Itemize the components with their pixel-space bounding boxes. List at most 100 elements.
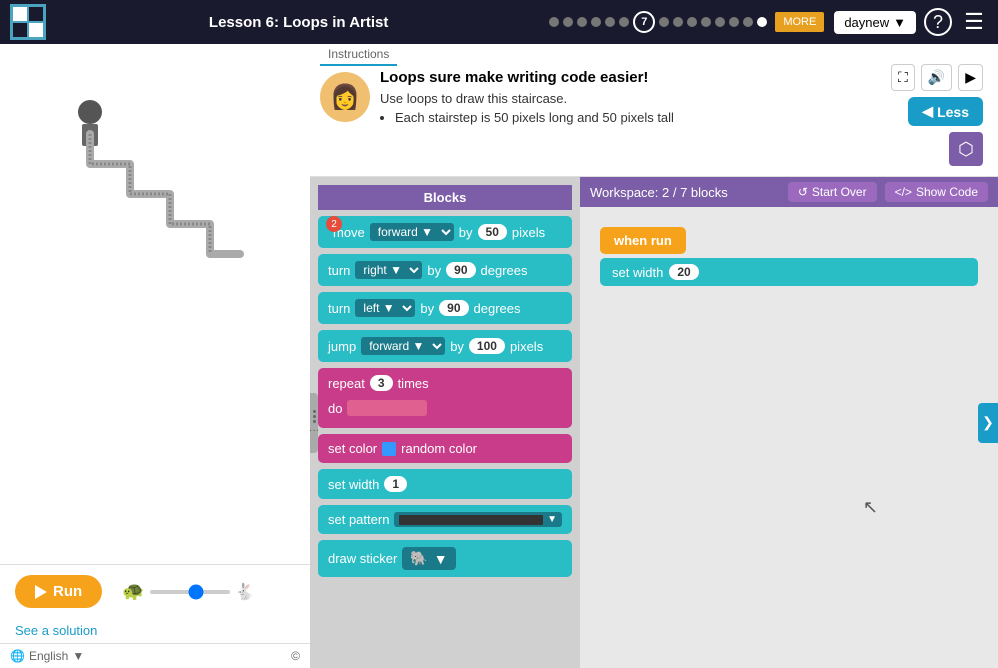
instruction-text: Loops sure make writing code easier! Use… bbox=[380, 69, 881, 166]
show-code-label: Show Code bbox=[916, 185, 978, 199]
audio-button[interactable]: 🔊 bbox=[921, 64, 952, 91]
workspace-panel: Workspace: 2 / 7 blocks ↺ Start Over </>… bbox=[580, 177, 998, 668]
draw-sticker-block[interactable]: draw sticker 🐘 ▼ bbox=[318, 540, 572, 577]
instruction-title: Loops sure make writing code easier! bbox=[380, 69, 881, 86]
progress-current: 7 bbox=[633, 11, 655, 33]
do-row: do bbox=[328, 400, 427, 416]
language-label: English bbox=[29, 649, 68, 663]
menu-icon: ☰ bbox=[964, 9, 984, 35]
turn-right-block[interactable]: turn right ▼left by 90 degrees bbox=[318, 254, 572, 286]
jump-direction-dropdown[interactable]: forward ▼backward bbox=[361, 337, 445, 355]
random-color-label: random color bbox=[401, 441, 477, 456]
jump-block[interactable]: jump forward ▼backward by 100 pixels bbox=[318, 330, 572, 362]
set-width-block[interactable]: set width 1 bbox=[318, 469, 572, 499]
main-container: Run 🐢 🐇 See a solution 🌐 English ▼ © Ins… bbox=[0, 44, 998, 668]
instruction-bullet: Each stairstep is 50 pixels long and 50 … bbox=[395, 110, 881, 125]
code-icon: </> bbox=[895, 185, 912, 199]
progress-dot bbox=[729, 17, 739, 27]
instructions-tab: Instructions bbox=[320, 44, 397, 66]
user-menu-button[interactable]: daynew ▼ bbox=[834, 11, 916, 34]
sticker-dropdown[interactable]: 🐘 ▼ bbox=[402, 547, 455, 570]
speed-control: 🐢 🐇 bbox=[122, 581, 254, 602]
repeat-body bbox=[347, 400, 427, 416]
degrees-label: degrees bbox=[474, 301, 521, 316]
footer-bar: 🌐 English ▼ © bbox=[0, 643, 310, 668]
by-label: by bbox=[450, 339, 464, 354]
see-solution-link[interactable]: See a solution bbox=[0, 618, 310, 643]
run-label: Run bbox=[53, 583, 82, 600]
progress-bar: 7 bbox=[549, 11, 767, 33]
repeat-row: repeat 3 times bbox=[328, 375, 429, 391]
progress-dot bbox=[757, 17, 767, 27]
instruction-media-controls: ⛶ 🔊 ▶ bbox=[891, 64, 983, 91]
panel-drag-handle[interactable]: ··· bbox=[310, 393, 318, 453]
set-color-label: set color bbox=[328, 441, 377, 456]
set-width-workspace-value: 20 bbox=[669, 264, 698, 280]
run-button[interactable]: Run bbox=[15, 575, 102, 608]
run-controls: Run 🐢 🐇 bbox=[0, 564, 310, 618]
progress-dot bbox=[577, 17, 587, 27]
by-label: by bbox=[459, 225, 473, 240]
less-button[interactable]: ◀ Less bbox=[908, 97, 983, 126]
language-selector[interactable]: 🌐 English ▼ bbox=[10, 649, 84, 663]
set-width-label: set width bbox=[328, 477, 379, 492]
progress-dot bbox=[715, 17, 725, 27]
resize-button[interactable]: ⬡ bbox=[949, 132, 983, 166]
turn-label: turn bbox=[328, 263, 350, 278]
move-block[interactable]: 2 move forward ▼backward by 50 pixels bbox=[318, 216, 572, 248]
hamburger-menu-button[interactable]: ☰ bbox=[960, 8, 988, 36]
play-icon bbox=[35, 585, 47, 599]
help-button[interactable]: ? bbox=[924, 8, 952, 36]
header-right: daynew ▼ ? ☰ bbox=[834, 8, 988, 36]
repeat-label: repeat bbox=[328, 376, 365, 391]
play-button[interactable]: ▶ bbox=[958, 64, 983, 91]
turtle-icon: 🐢 bbox=[122, 581, 144, 602]
turn-right-value: 90 bbox=[446, 262, 475, 278]
globe-icon: 🌐 bbox=[10, 649, 25, 663]
turn-right-dropdown[interactable]: right ▼left bbox=[355, 261, 422, 279]
user-name: daynew bbox=[844, 15, 889, 30]
more-button[interactable]: MORE bbox=[775, 12, 824, 32]
arrow-left-icon: ◀ bbox=[922, 103, 933, 120]
instructions-panel: Instructions 👩 Loops sure make writing c… bbox=[310, 44, 998, 177]
chevron-down-icon: ▼ bbox=[893, 15, 906, 30]
set-pattern-block[interactable]: set pattern ▼ bbox=[318, 505, 572, 534]
progress-dot bbox=[659, 17, 669, 27]
lesson-title: Lesson 6: Loops in Artist bbox=[56, 14, 541, 31]
sticker-dropdown-arrow: ▼ bbox=[434, 551, 448, 567]
less-label: Less bbox=[937, 104, 969, 120]
repeat-value: 3 bbox=[370, 375, 393, 391]
staircase-canvas bbox=[30, 84, 250, 364]
pixels-label: pixels bbox=[512, 225, 545, 240]
app-header: Lesson 6: Loops in Artist 7 MORE daynew … bbox=[0, 0, 998, 44]
do-label: do bbox=[328, 401, 342, 416]
pattern-preview: ▼ bbox=[394, 512, 562, 527]
right-collapse-button[interactable]: ❯ bbox=[978, 403, 998, 443]
set-width-text: set width bbox=[612, 265, 663, 280]
start-over-button[interactable]: ↺ Start Over bbox=[788, 182, 877, 202]
set-width-value: 1 bbox=[384, 476, 407, 492]
chevron-right-icon: ❯ bbox=[982, 414, 994, 431]
set-color-block[interactable]: set color random color bbox=[318, 434, 572, 463]
move-direction-dropdown[interactable]: forward ▼backward bbox=[370, 223, 454, 241]
chevron-down-icon: ▼ bbox=[72, 649, 84, 663]
progress-dot bbox=[701, 17, 711, 27]
workspace-blocks-area: when run set width 20 bbox=[580, 207, 998, 306]
speed-slider[interactable] bbox=[150, 590, 230, 594]
refresh-icon: ↺ bbox=[798, 185, 808, 199]
expand-screen-button[interactable]: ⛶ bbox=[891, 64, 915, 91]
instruction-body: Use loops to draw this staircase. Each s… bbox=[380, 91, 881, 125]
when-run-block[interactable]: when run bbox=[600, 227, 686, 254]
rabbit-icon: 🐇 bbox=[235, 582, 255, 602]
question-icon: ? bbox=[933, 12, 943, 33]
workspace-set-width-block[interactable]: set width 20 bbox=[600, 258, 978, 286]
repeat-block[interactable]: repeat 3 times do bbox=[318, 368, 572, 428]
draw-sticker-label: draw sticker bbox=[328, 551, 397, 566]
by-label: by bbox=[427, 263, 441, 278]
turn-left-block[interactable]: turn left ▼right by 90 degrees bbox=[318, 292, 572, 324]
turn-left-dropdown[interactable]: left ▼right bbox=[355, 299, 415, 317]
instruction-use-loops: Use loops to draw this staircase. bbox=[380, 91, 567, 106]
show-code-button[interactable]: </> Show Code bbox=[885, 182, 988, 202]
progress-dot bbox=[687, 17, 697, 27]
blocks-header: Blocks bbox=[318, 185, 572, 210]
